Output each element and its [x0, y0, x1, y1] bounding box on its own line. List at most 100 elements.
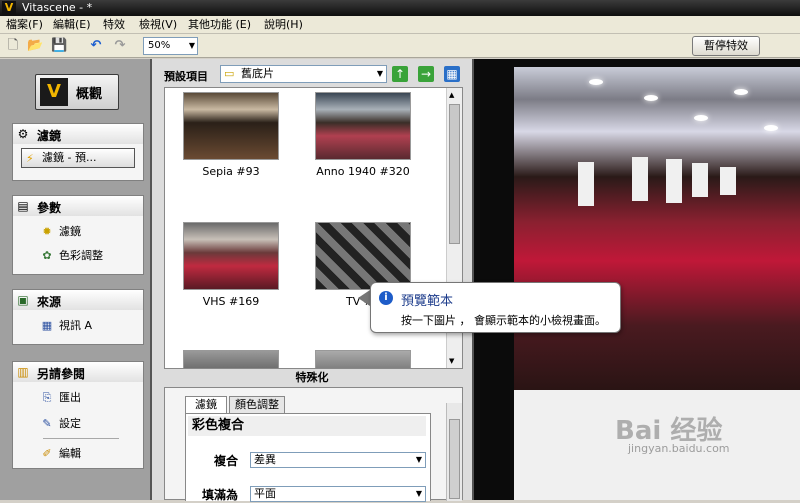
ceiling-light	[589, 79, 603, 85]
chevron-down-icon: ▼	[415, 455, 422, 464]
preset-thumbnail[interactable]	[315, 350, 411, 368]
pencil-icon: ✐	[42, 447, 52, 460]
tooltip-tail	[358, 290, 370, 306]
presets-folder-value: 舊底片	[241, 67, 274, 80]
scrollbar-thumb[interactable]	[449, 104, 460, 244]
filters-header: ⚙ 濾鏡	[13, 124, 143, 144]
folder-icon: ▭	[224, 67, 235, 80]
see-also-section: ▥ 另請參閱 ⎘ 匯出 ✎ 設定 ✐ 編輯	[12, 361, 144, 469]
see-also-export-label: 匯出	[59, 391, 81, 404]
menu-file[interactable]: 檔案(F)	[6, 17, 43, 33]
pause-effects-button[interactable]: 暫停特效	[692, 36, 760, 56]
undo-icon[interactable]: ↶	[88, 38, 104, 54]
redo-icon[interactable]: ↷	[112, 38, 128, 54]
palette-icon: ✿	[42, 249, 52, 262]
tab-filter[interactable]: 濾鏡	[185, 396, 227, 414]
filters-title: 濾鏡	[37, 129, 62, 143]
folder-up-icon[interactable]: ↑	[392, 66, 408, 82]
image-icon: ▣	[17, 293, 29, 307]
info-icon: i	[379, 291, 393, 305]
scroll-up-icon[interactable]: ▲	[449, 91, 454, 99]
toolbar: 🗋 📂 💾 ↶ ↷ 50% ▼ 暫停特效	[0, 34, 800, 58]
menu-edit[interactable]: 編輯(E)	[53, 17, 91, 33]
tab-color-adjust[interactable]: 顏色調整	[229, 396, 285, 414]
open-folder-icon[interactable]: 📂	[27, 38, 43, 54]
zoom-value: 50%	[148, 40, 171, 51]
gear-icon: ✹	[42, 225, 52, 238]
see-also-edit-label: 編輯	[59, 447, 81, 460]
export-icon: ⎘	[42, 391, 52, 404]
params-header: ▤ 參數	[13, 196, 143, 216]
filters-section: ⚙ 濾鏡 ⚡ 濾鏡 - 預...	[12, 123, 144, 181]
menu-help[interactable]: 說明(H)	[264, 17, 303, 33]
preset-thumbnail-anno-1940[interactable]	[315, 92, 411, 160]
chevron-down-icon: ▼	[188, 41, 195, 50]
arrow-right-icon[interactable]: →	[418, 66, 434, 82]
grid-view-icon[interactable]: ▦	[444, 66, 460, 82]
window	[666, 159, 682, 203]
ceiling-light	[644, 95, 658, 101]
source-title: 來源	[37, 295, 62, 309]
ceiling-light	[734, 89, 748, 95]
book-icon: ▥	[17, 365, 29, 379]
tooltip-body: 按一下圖片 ， 會顯示範本的小檢視畫面。	[401, 314, 606, 327]
table-icon: ▤	[17, 199, 29, 213]
see-also-settings-label: 設定	[59, 417, 81, 430]
ceiling-light	[764, 125, 778, 131]
param-label-composite: 複合	[214, 454, 239, 468]
video-preview	[514, 67, 800, 390]
fill-value: 平面	[254, 487, 276, 500]
new-file-icon[interactable]: 🗋	[5, 38, 21, 54]
effect-heading: 彩色複合	[188, 416, 426, 436]
save-icon[interactable]: 💾	[51, 38, 67, 54]
preset-thumbnail[interactable]	[183, 350, 279, 368]
composite-value: 差異	[254, 453, 276, 466]
scroll-down-icon[interactable]: ▼	[449, 357, 454, 365]
overview-label: 概觀	[76, 87, 103, 102]
specialization-scrollbar[interactable]	[446, 403, 462, 501]
presets-folder-select[interactable]: ▭ 舊底片 ▼	[220, 65, 387, 83]
preset-caption: VHS #169	[202, 295, 260, 308]
source-header: ▣ 來源	[13, 290, 143, 310]
see-also-title: 另請參閱	[37, 367, 86, 381]
chevron-down-icon: ▼	[376, 69, 383, 78]
overview-button[interactable]: V 概觀	[35, 74, 119, 110]
watermark-url: jingyan.baidu.com	[628, 442, 730, 455]
vitascene-logo-icon: V	[40, 78, 68, 106]
composite-select[interactable]: 差異 ▼	[250, 452, 426, 468]
lightning-icon: ⚡	[26, 152, 34, 165]
preset-thumbnail-sepia[interactable]	[183, 92, 279, 160]
source-item-video-label: 視訊 A	[59, 319, 93, 332]
params-section: ▤ 參數 ✹ 濾鏡 ✿ 色彩調整	[12, 195, 144, 275]
window	[692, 163, 708, 197]
presets-label: 預設項目	[164, 70, 208, 83]
preset-caption: Anno 1940 #320	[316, 165, 410, 178]
divider	[43, 438, 119, 439]
menu-view[interactable]: 檢視(V)	[139, 17, 177, 33]
specialization-panel: 濾鏡 顏色調整 彩色複合 複合 差異 ▼ 填滿為 平面 ▼	[164, 387, 463, 502]
menu-bar: 檔案(F) 編輯(E) 特效 檢視(V) 其他功能 (E) 說明(H)	[0, 16, 800, 34]
app-logo: V	[2, 1, 16, 15]
menu-effects[interactable]: 特效	[103, 17, 125, 33]
chevron-down-icon: ▼	[415, 489, 422, 498]
settings-icon: ✎	[42, 417, 52, 430]
film-icon: ▦	[41, 319, 53, 332]
see-also-header: ▥ 另請參閱	[13, 362, 143, 382]
presets-panel: 預設項目 ▭ 舊底片 ▼ ↑ → ▦ Sepia #93 Anno 1940 #…	[152, 59, 472, 502]
param-label-fill: 填滿為	[202, 488, 239, 502]
current-filter-button[interactable]: ⚡ 濾鏡 - 預...	[21, 148, 135, 168]
preset-thumbnail-tv[interactable]	[315, 222, 411, 290]
preset-thumbnail-vhs[interactable]	[183, 222, 279, 290]
scrollbar-thumb[interactable]	[449, 419, 460, 499]
window	[578, 162, 594, 206]
source-section: ▣ 來源 ▦ 視訊 A	[12, 289, 144, 345]
preset-caption: Sepia #93	[202, 165, 260, 178]
zoom-select[interactable]: 50% ▼	[143, 37, 198, 55]
menu-other[interactable]: 其他功能 (E)	[188, 17, 251, 33]
preview-tooltip: i 預覽範本 按一下圖片 ， 會顯示範本的小檢視畫面。	[370, 282, 621, 333]
window-title: Vitascene - *	[22, 1, 93, 14]
params-title: 參數	[37, 201, 62, 215]
params-item-filter-label: 濾鏡	[59, 225, 81, 238]
params-item-color-label: 色彩調整	[59, 249, 103, 262]
ceiling-light	[694, 115, 708, 121]
